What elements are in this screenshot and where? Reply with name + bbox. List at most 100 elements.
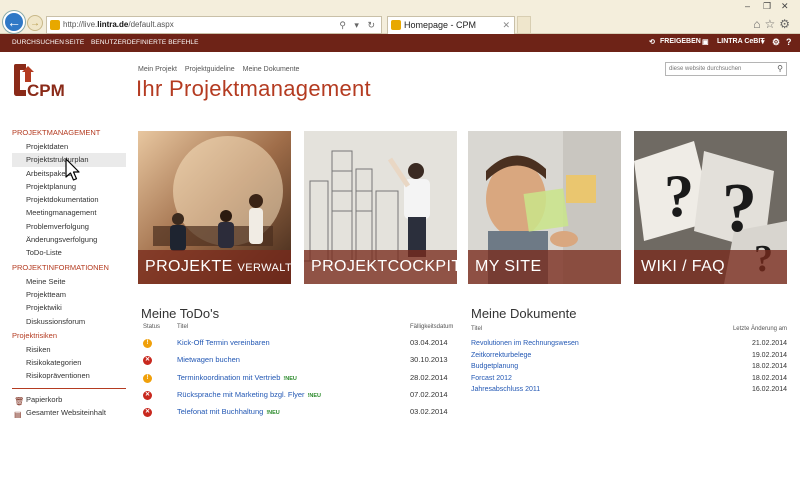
todo-title[interactable]: Mietwagen buchen bbox=[177, 355, 243, 364]
todo-title-text[interactable]: Rücksprache mit Marketing bzgl. Flyer bbox=[177, 390, 305, 399]
favorites-star-icon[interactable]: ☆ bbox=[764, 17, 779, 31]
tools-gear-icon[interactable]: ⚙ bbox=[779, 17, 794, 31]
tile-projekte-verwalten[interactable]: PROJEKTE VERWALTEN bbox=[138, 131, 291, 284]
new-tab-button[interactable] bbox=[517, 16, 531, 34]
settings-gear-icon[interactable]: ⚙ bbox=[772, 37, 780, 48]
nav-item-aenderungsverfolgung[interactable]: Änderungsverfolgung bbox=[12, 233, 126, 246]
favicon-icon bbox=[50, 20, 60, 30]
document-title[interactable]: Revolutionen im Rechnungswesen bbox=[471, 340, 579, 347]
todo-title-text[interactable]: Telefonat mit Buchhaltung bbox=[177, 407, 263, 416]
todos-header-row: Status Titel Fälligkeitsdatum bbox=[143, 324, 457, 336]
nav-item-todo-liste[interactable]: ToDo-Liste bbox=[12, 246, 126, 259]
warning-status-icon: ! bbox=[143, 373, 152, 383]
document-row[interactable]: Revolutionen im Rechnungswesen 21.02.201… bbox=[471, 340, 787, 352]
document-title[interactable]: Forcast 2012 bbox=[471, 375, 512, 382]
maximize-icon[interactable]: ❐ bbox=[763, 1, 771, 12]
tab-title: Homepage - CPM bbox=[404, 20, 477, 30]
share-button[interactable]: FREIGEBEN bbox=[660, 38, 701, 45]
cpm-logo[interactable]: CPM bbox=[12, 62, 65, 100]
todo-title[interactable]: Terminkoordination mit Vertrieb !NEU bbox=[177, 373, 297, 382]
page-title: Ihr Projektmanagement bbox=[136, 76, 371, 101]
nav-item-meine-seite[interactable]: Meine Seite bbox=[12, 275, 126, 288]
tile-label: WIKI / FAQ bbox=[634, 250, 787, 284]
tile-my-site[interactable]: MY SITE bbox=[468, 131, 621, 284]
todo-date: 03.02.2014 bbox=[410, 407, 448, 417]
document-row[interactable]: Budgetplanung 18.02.2014 bbox=[471, 363, 787, 375]
back-button[interactable]: ← bbox=[3, 11, 25, 33]
tile-label: PROJEKTE VERWALTEN bbox=[138, 250, 291, 284]
share-icon[interactable]: ⟲ bbox=[649, 38, 655, 46]
todo-row[interactable]: ✕ Telefonat mit Buchhaltung !NEU 03.02.20… bbox=[143, 405, 457, 422]
document-title[interactable]: Zeitkorrekturbelege bbox=[471, 352, 531, 359]
document-row[interactable]: Forcast 2012 18.02.2014 bbox=[471, 375, 787, 387]
nav-heading-risks[interactable]: Projektrisiken bbox=[12, 331, 126, 340]
forward-button[interactable]: → bbox=[27, 15, 43, 31]
ribbon-tab-custom[interactable]: BENUTZERDEFINIERTE BEFEHLE bbox=[91, 39, 199, 46]
todos-heading[interactable]: Meine ToDo's bbox=[141, 306, 219, 321]
nav-item-risikokategorien[interactable]: Risikokategorien bbox=[12, 356, 126, 369]
error-status-icon: ✕ bbox=[143, 390, 152, 400]
home-icon[interactable]: ⌂ bbox=[753, 17, 764, 31]
svg-text:?: ? bbox=[664, 163, 694, 229]
nav-item-problemverfolgung[interactable]: Problemverfolgung bbox=[12, 220, 126, 233]
nav-item-risikopraeventionen[interactable]: Risikopräventionen bbox=[12, 369, 126, 382]
todo-title[interactable]: Telefonat mit Buchhaltung !NEU bbox=[177, 407, 280, 416]
todo-row[interactable]: ✕ Rücksprache mit Marketing bzgl. Flyer!… bbox=[143, 388, 457, 405]
site-search-input[interactable]: diese website durchsuchen ⚲ bbox=[665, 62, 787, 76]
col-status[interactable]: Status bbox=[143, 324, 160, 330]
nav-item-diskussionsforum[interactable]: Diskussionsforum bbox=[12, 315, 126, 328]
browser-tab[interactable]: Homepage - CPM ✕ bbox=[387, 16, 515, 34]
nav-item-projektteam[interactable]: Projektteam bbox=[12, 288, 126, 301]
url-prefix: http://live. bbox=[63, 20, 98, 29]
document-row[interactable]: Zeitkorrekturbelege 19.02.2014 bbox=[471, 352, 787, 364]
col-title[interactable]: Titel bbox=[177, 324, 188, 330]
tile-label: PROJEKTCOCKPIT bbox=[304, 250, 457, 284]
breadcrumb: Mein Projekt Projektguideline Meine Doku… bbox=[138, 66, 305, 73]
site-contents-link[interactable]: ▤ Gesamter Websiteinhalt bbox=[12, 406, 126, 419]
nav-item-projektdaten[interactable]: Projektdaten bbox=[12, 140, 126, 153]
document-title[interactable]: Budgetplanung bbox=[471, 363, 518, 370]
nav-heading-pm[interactable]: PROJEKTMANAGEMENT bbox=[12, 128, 126, 137]
todo-row[interactable]: ! Terminkoordination mit Vertrieb !NEU 28… bbox=[143, 371, 457, 388]
crumb-my-documents[interactable]: Meine Dokumente bbox=[243, 66, 300, 73]
user-caret-icon[interactable]: ▾ bbox=[761, 38, 765, 46]
nav-heading-info[interactable]: PROJEKTINFORMATIONEN bbox=[12, 263, 126, 272]
ribbon-tab-browse[interactable]: DURCHSUCHEN bbox=[12, 39, 64, 46]
close-window-icon[interactable]: ✕ bbox=[781, 1, 789, 12]
new-badge: !NEU bbox=[266, 410, 280, 417]
todo-title-text[interactable]: Mietwagen buchen bbox=[177, 355, 240, 364]
nav-item-risiken[interactable]: Risiken bbox=[12, 343, 126, 356]
nav-item-projektdokumentation[interactable]: Projektdokumentation bbox=[12, 193, 126, 206]
crumb-my-project[interactable]: Mein Projekt bbox=[138, 66, 177, 73]
todo-title[interactable]: Rücksprache mit Marketing bzgl. Flyer !NE… bbox=[177, 390, 321, 399]
recycle-bin-link[interactable]: 🗑 Papierkorb bbox=[12, 393, 126, 406]
search-icon[interactable]: ⚲ bbox=[777, 63, 783, 75]
tile-projektcockpit[interactable]: PROJEKTCOCKPIT bbox=[304, 131, 457, 284]
todo-row[interactable]: ! Kick-Off Termin vereinbaren 03.04.2014 bbox=[143, 336, 457, 353]
minimize-icon[interactable]: – bbox=[745, 1, 750, 11]
user-menu[interactable]: LINTRA CeBIT bbox=[717, 38, 765, 45]
document-title[interactable]: Jahresabschluss 2011 bbox=[471, 386, 540, 393]
documents-heading[interactable]: Meine Dokumente bbox=[471, 306, 577, 321]
address-bar[interactable]: http://live.lintra.de/default.aspx ⚲ ▾ ↻ bbox=[46, 16, 382, 34]
todo-title[interactable]: Kick-Off Termin vereinbaren bbox=[177, 338, 273, 347]
browser-tools: ⌂☆⚙ bbox=[753, 17, 794, 31]
col-doc-changed[interactable]: Letzte Änderung am bbox=[733, 326, 787, 332]
crumb-guideline[interactable]: Projektguideline bbox=[185, 66, 235, 73]
todo-title-text[interactable]: Kick-Off Termin vereinbaren bbox=[177, 338, 270, 347]
close-tab-icon[interactable]: ✕ bbox=[502, 17, 510, 33]
col-due[interactable]: Fälligkeitsdatum bbox=[410, 324, 453, 330]
todo-title-text[interactable]: Terminkoordination mit Vertrieb bbox=[177, 373, 280, 382]
logo-text: CPM bbox=[27, 81, 64, 100]
nav-item-meetingmanagement[interactable]: Meetingmanagement bbox=[12, 206, 126, 219]
col-doc-title[interactable]: Titel bbox=[471, 326, 482, 332]
help-icon[interactable]: ? bbox=[786, 37, 792, 47]
document-row[interactable]: Jahresabschluss 2011 16.02.2014 bbox=[471, 386, 787, 398]
tile-wiki-faq[interactable]: ? ? ? WIKI / FAQ bbox=[634, 131, 787, 284]
nav-item-projektwiki[interactable]: Projektwiki bbox=[12, 301, 126, 314]
ribbon-tab-page[interactable]: SEITE bbox=[65, 39, 84, 46]
error-status-icon: ✕ bbox=[143, 408, 152, 418]
address-actions-icon[interactable]: ⚲ ▾ ↻ bbox=[339, 17, 378, 33]
todo-row[interactable]: ✕ Mietwagen buchen 30.10.2013 bbox=[143, 353, 457, 370]
focus-icon[interactable]: ▣ bbox=[702, 38, 709, 46]
